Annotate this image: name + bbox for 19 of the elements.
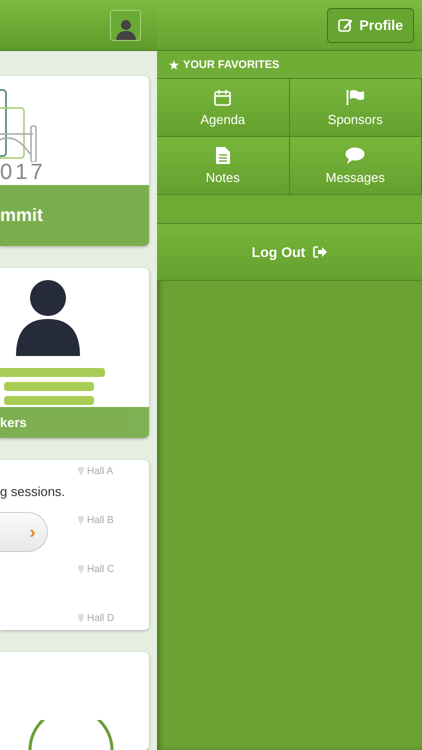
hall-name: Hall D bbox=[87, 613, 114, 624]
sessions-card[interactable]: Hall A Hall B Hall C Hall D g sessions. › bbox=[0, 460, 149, 630]
card-title: kers bbox=[0, 415, 27, 430]
profile-button[interactable]: Profile bbox=[327, 8, 414, 42]
favorite-tile[interactable]: Sponsors bbox=[290, 79, 422, 137]
favorite-tile[interactable]: Notes bbox=[157, 137, 290, 195]
hall-name: Hall C bbox=[87, 564, 114, 575]
favorite-tile[interactable]: Messages bbox=[290, 137, 422, 195]
view-button[interactable]: › bbox=[0, 512, 48, 552]
sessions-text: g sessions. bbox=[0, 484, 66, 499]
logout-button[interactable]: Log Out bbox=[157, 224, 422, 281]
event-card[interactable]: 017 mmit bbox=[0, 76, 149, 246]
hall-name: Hall B bbox=[87, 515, 114, 526]
favorite-tile[interactable]: Agenda bbox=[157, 79, 290, 137]
year-text: 017 bbox=[0, 161, 46, 183]
speakers-card[interactable]: kers bbox=[0, 268, 149, 438]
section-heading: YOUR FAVORITES bbox=[183, 58, 280, 70]
hall-name: Hall A bbox=[87, 466, 114, 477]
card-title: mmit bbox=[0, 205, 44, 226]
